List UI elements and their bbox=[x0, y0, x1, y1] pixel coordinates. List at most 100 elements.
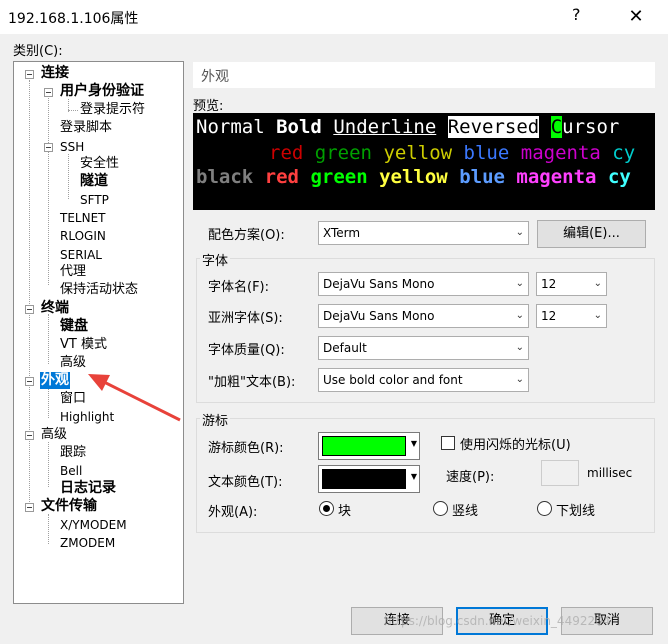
cursor-group-title: 游标 bbox=[200, 410, 231, 429]
asian-font-value: DejaVu Sans Mono bbox=[323, 309, 435, 323]
text-color-fill bbox=[322, 469, 406, 489]
text-color-picker[interactable]: ▼ bbox=[318, 465, 420, 493]
speed-unit-label: millisec bbox=[587, 466, 633, 480]
tree-item-telnet[interactable]: TELNET bbox=[60, 210, 106, 227]
tree-item-sftp[interactable]: SFTP bbox=[80, 192, 109, 209]
shape-vertical-bar-radio[interactable] bbox=[433, 501, 448, 516]
tree-item-serial[interactable]: SERIAL bbox=[60, 247, 102, 264]
cursor-appearance-label: 外观(A): bbox=[208, 505, 258, 520]
window-title: 192.168.1.106属性 bbox=[8, 11, 139, 27]
asian-size-value: 12 bbox=[541, 309, 557, 323]
tree-line bbox=[48, 442, 49, 487]
tree-item-terminal[interactable]: 终端 bbox=[41, 300, 69, 317]
tree-item-ssh[interactable]: SSH bbox=[60, 139, 84, 156]
preview-bright-magenta: magenta bbox=[516, 166, 597, 188]
tree-item-xymodem[interactable]: X/YMODEM bbox=[60, 517, 127, 534]
title-bar: 192.168.1.106属性 ? ✕ bbox=[0, 0, 668, 34]
font-size-value: 12 bbox=[541, 277, 557, 291]
color-scheme-value: XTerm bbox=[323, 226, 361, 240]
tree-line bbox=[68, 110, 78, 111]
chevron-down-icon: ▼ bbox=[410, 472, 417, 481]
collapse-toggle-icon[interactable] bbox=[44, 88, 53, 97]
category-label: 类别(C): bbox=[13, 44, 63, 59]
page-header: 外观 bbox=[193, 62, 655, 88]
page-title: 外观 bbox=[201, 69, 229, 85]
collapse-toggle-icon[interactable] bbox=[25, 377, 34, 386]
help-icon[interactable]: ? bbox=[572, 5, 581, 24]
tree-item-login-scripts[interactable]: 登录脚本 bbox=[60, 119, 112, 136]
category-tree[interactable]: 连接 用户身份验证 登录提示符 登录脚本 SSH 安全性 隧道 SFTP TEL… bbox=[13, 61, 184, 604]
font-name-value: DejaVu Sans Mono bbox=[323, 277, 435, 291]
shape-block-radio[interactable] bbox=[319, 501, 334, 516]
collapse-toggle-icon[interactable] bbox=[25, 503, 34, 512]
preview-bright-blue: blue bbox=[459, 166, 505, 188]
font-name-label: 字体名(F): bbox=[208, 280, 270, 295]
tree-item-user-auth[interactable]: 用户身份验证 bbox=[60, 83, 144, 100]
preview-dim-yellow: yellow bbox=[383, 142, 453, 164]
tree-item-advanced[interactable]: 高级 bbox=[41, 426, 67, 443]
font-quality-value: Default bbox=[323, 341, 367, 355]
tree-item-rlogin[interactable]: RLOGIN bbox=[60, 228, 106, 245]
chevron-down-icon: ⌄ bbox=[515, 310, 524, 321]
cursor-color-picker[interactable]: ▼ bbox=[318, 432, 420, 460]
chevron-down-icon: ⌄ bbox=[593, 310, 602, 321]
edit-scheme-label: 编辑(E)... bbox=[563, 226, 620, 241]
tree-line bbox=[48, 514, 49, 544]
tree-item-bell[interactable]: Bell bbox=[60, 463, 82, 480]
tree-item-security[interactable]: 安全性 bbox=[80, 155, 119, 172]
bold-text-select[interactable]: Use bold color and font ⌄ bbox=[318, 368, 529, 392]
chevron-down-icon: ⌄ bbox=[515, 342, 524, 353]
preview-bright-black: black bbox=[196, 166, 254, 188]
color-scheme-select[interactable]: XTerm ⌄ bbox=[318, 221, 529, 245]
blink-cursor-label[interactable]: 使用闪烁的光标(U) bbox=[460, 434, 571, 453]
font-name-select[interactable]: DejaVu Sans Mono ⌄ bbox=[318, 272, 529, 296]
preview-bold: Bold bbox=[276, 116, 322, 138]
collapse-toggle-icon[interactable] bbox=[25, 305, 34, 314]
speed-label: 速度(P): bbox=[446, 470, 495, 485]
watermark-text: https://blog.csdn.net/weixin_4492204 bbox=[384, 614, 611, 628]
asian-font-select[interactable]: DejaVu Sans Mono ⌄ bbox=[318, 304, 529, 328]
speed-input[interactable] bbox=[541, 460, 579, 486]
collapse-toggle-icon[interactable] bbox=[25, 70, 34, 79]
tree-item-keepalive[interactable]: 保持活动状态 bbox=[60, 281, 138, 298]
tree-item-vt-mode[interactable]: VT 模式 bbox=[60, 336, 107, 353]
asian-size-select[interactable]: 12 ⌄ bbox=[536, 304, 607, 328]
tree-item-appearance[interactable]: 外观 bbox=[40, 372, 70, 389]
preview-bright-yellow: yellow bbox=[379, 166, 448, 188]
tree-line bbox=[48, 314, 49, 364]
font-size-select[interactable]: 12 ⌄ bbox=[536, 272, 607, 296]
blink-cursor-checkbox[interactable] bbox=[441, 436, 455, 450]
cursor-color-fill bbox=[322, 436, 406, 456]
chevron-down-icon: ▼ bbox=[410, 439, 417, 448]
shape-block-label[interactable]: 块 bbox=[338, 500, 351, 519]
chevron-down-icon: ⌄ bbox=[515, 278, 524, 289]
cursor-color-label: 游标颜色(R): bbox=[208, 441, 284, 456]
edit-scheme-button[interactable]: 编辑(E)... bbox=[537, 220, 646, 248]
tree-item-log-file[interactable]: 日志记录 bbox=[60, 480, 116, 497]
tree-item-login-prompts[interactable]: 登录提示符 bbox=[80, 101, 145, 118]
close-icon[interactable]: ✕ bbox=[620, 2, 652, 32]
chevron-down-icon: ⌄ bbox=[515, 227, 524, 238]
bold-text-label: "加粗"文本(B): bbox=[208, 375, 296, 390]
preview-reversed: Reversed bbox=[447, 116, 540, 138]
preview-line-1: Normal Bold Underline Reversed Cursor bbox=[196, 116, 619, 138]
tree-item-trace[interactable]: 跟踪 bbox=[60, 444, 86, 461]
preview-dim-blue: blue bbox=[463, 142, 510, 164]
font-quality-select[interactable]: Default ⌄ bbox=[318, 336, 529, 360]
shape-underline-label[interactable]: 下划线 bbox=[556, 500, 595, 519]
collapse-toggle-icon[interactable] bbox=[44, 143, 53, 152]
preview-label: 预览: bbox=[193, 99, 224, 114]
asian-font-label: 亚洲字体(S): bbox=[208, 311, 283, 326]
chevron-down-icon: ⌄ bbox=[515, 374, 524, 385]
tree-item-connection[interactable]: 连接 bbox=[41, 65, 69, 82]
tree-item-file-transfer[interactable]: 文件传输 bbox=[41, 498, 97, 515]
shape-vertical-bar-label[interactable]: 竖线 bbox=[452, 500, 478, 519]
collapse-toggle-icon[interactable] bbox=[25, 431, 34, 440]
annotation-arrow-icon bbox=[88, 374, 181, 422]
shape-underline-radio[interactable] bbox=[537, 501, 552, 516]
tree-item-keyboard[interactable]: 键盘 bbox=[60, 318, 88, 335]
tree-item-proxy[interactable]: 代理 bbox=[60, 263, 86, 280]
tree-item-tunnels[interactable]: 隧道 bbox=[80, 173, 108, 190]
preview-dim-magenta: magenta bbox=[520, 142, 601, 164]
tree-item-zmodem[interactable]: ZMODEM bbox=[60, 535, 115, 552]
